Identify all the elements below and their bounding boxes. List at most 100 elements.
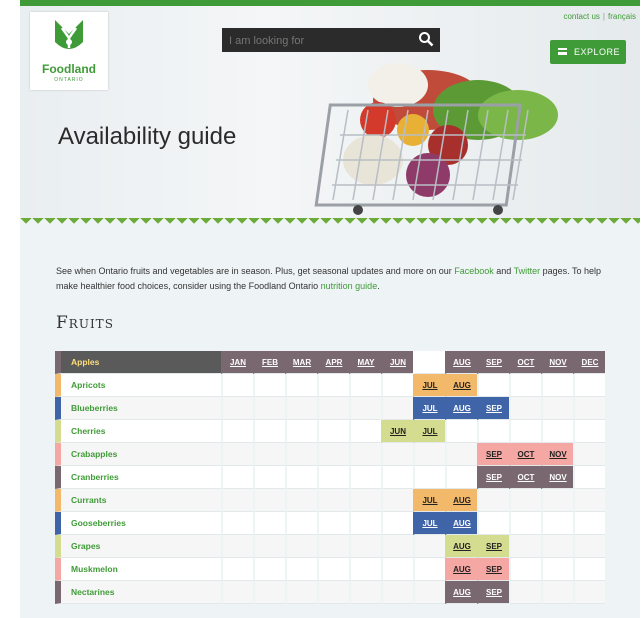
month-cell-nov[interactable]: NOV [541, 351, 573, 374]
month-cell-apr [317, 466, 349, 489]
month-cell-sep[interactable]: SEP [477, 535, 509, 558]
month-cell-jun [381, 397, 413, 420]
month-cell-apr [317, 581, 349, 604]
month-cell-jan [221, 489, 253, 512]
month-cell-sep[interactable]: SEP [477, 466, 509, 489]
month-cell-jun [381, 489, 413, 512]
month-cell-feb[interactable]: FEB [253, 351, 285, 374]
month-cell-dec [573, 558, 605, 581]
month-cell-feb [253, 535, 285, 558]
month-cell-oct[interactable]: OCT [509, 466, 541, 489]
month-cell-sep[interactable]: SEP [477, 397, 509, 420]
grocery-basket-image [314, 63, 558, 215]
search-icon[interactable] [418, 31, 434, 52]
month-cell-jun[interactable]: JUN [381, 420, 413, 443]
page-title: Availability guide [58, 123, 237, 150]
month-cell-nov [541, 535, 573, 558]
intro-part-4: . [377, 281, 380, 291]
month-cell-mar [285, 581, 317, 604]
nutrition-guide-link[interactable]: nutrition guide [321, 281, 378, 291]
fruit-name[interactable]: Grapes [55, 535, 221, 558]
contact-us-link[interactable]: contact us [563, 12, 599, 21]
month-cell-aug[interactable]: AUG [445, 374, 477, 397]
month-cell-sep[interactable]: SEP [477, 558, 509, 581]
month-cell-aug[interactable]: AUG [445, 397, 477, 420]
month-cell-may[interactable]: MAY [349, 351, 381, 374]
month-cell-dec [573, 489, 605, 512]
month-cell-jun[interactable]: JUN [381, 351, 413, 374]
month-cell-dec[interactable]: DEC [573, 351, 605, 374]
month-cell-mar [285, 512, 317, 535]
month-cell-jul [413, 535, 445, 558]
twitter-link[interactable]: Twitter [514, 266, 541, 276]
month-cell-jul [413, 351, 445, 374]
fruit-row: Nectarines AUG SEP [55, 581, 605, 604]
fruit-name[interactable]: Blueberries [55, 397, 221, 420]
month-cell-sep[interactable]: SEP [477, 581, 509, 604]
month-cell-oct[interactable]: OCT [509, 351, 541, 374]
month-cell-aug[interactable]: AUG [445, 535, 477, 558]
month-cell-mar[interactable]: MAR [285, 351, 317, 374]
facebook-link[interactable]: Facebook [454, 266, 494, 276]
fruit-name[interactable]: Gooseberries [55, 512, 221, 535]
month-cell-dec [573, 512, 605, 535]
fruit-row: Currants JUL AUG [55, 489, 605, 512]
availability-table: Apples JAN FEB MAR APR MAY JUN AUG SEP OCT NOV DEC A… [55, 351, 605, 604]
month-cell-aug[interactable]: AUG [445, 351, 477, 374]
fruit-name[interactable]: Apricots [55, 374, 221, 397]
month-cell-jun [381, 581, 413, 604]
month-cell-may [349, 535, 381, 558]
fruit-name[interactable]: Cranberries [55, 466, 221, 489]
month-cell-may [349, 512, 381, 535]
month-cell-aug [445, 420, 477, 443]
month-cell-jul[interactable]: JUL [413, 489, 445, 512]
month-cell-nov [541, 581, 573, 604]
fruit-name[interactable]: Nectarines [55, 581, 221, 604]
zigzag-divider [20, 218, 640, 228]
month-cell-may [349, 558, 381, 581]
fruit-row: Blueberries JUL AUG SEP [55, 397, 605, 420]
month-cell-nov[interactable]: NOV [541, 443, 573, 466]
month-cell-jul[interactable]: JUL [413, 374, 445, 397]
month-cell-oct [509, 397, 541, 420]
month-cell-oct [509, 489, 541, 512]
month-cell-mar [285, 420, 317, 443]
month-cell-aug[interactable]: AUG [445, 489, 477, 512]
month-cell-apr[interactable]: APR [317, 351, 349, 374]
month-cell-jul[interactable]: JUL [413, 397, 445, 420]
month-cell-jan [221, 420, 253, 443]
month-cell-jun [381, 443, 413, 466]
foodland-logo[interactable]: Foodland ONTARIO [30, 12, 108, 90]
month-cell-dec [573, 374, 605, 397]
francais-link[interactable]: français [608, 12, 636, 21]
fruit-name[interactable]: Crabapples [55, 443, 221, 466]
month-cell-dec [573, 443, 605, 466]
month-cell-feb [253, 374, 285, 397]
month-cell-apr [317, 397, 349, 420]
month-cell-sep[interactable]: SEP [477, 443, 509, 466]
month-cell-jan [221, 581, 253, 604]
month-cell-nov [541, 397, 573, 420]
fruit-name[interactable]: Apples [55, 351, 221, 374]
month-cell-jul[interactable]: JUL [413, 512, 445, 535]
fruit-name[interactable]: Muskmelon [55, 558, 221, 581]
month-cell-aug[interactable]: AUG [445, 512, 477, 535]
month-cell-mar [285, 397, 317, 420]
fruit-name[interactable]: Currants [55, 489, 221, 512]
month-cell-jul[interactable]: JUL [413, 420, 445, 443]
month-cell-apr [317, 443, 349, 466]
intro-part-1: See when Ontario fruits and vegetables a… [56, 266, 455, 276]
month-cell-jan[interactable]: JAN [221, 351, 253, 374]
search-input[interactable] [227, 31, 411, 51]
month-cell-sep[interactable]: SEP [477, 351, 509, 374]
hero-banner: Foodland ONTARIO contact us|français EXP… [20, 6, 640, 218]
month-cell-mar [285, 535, 317, 558]
search-bar [222, 28, 440, 52]
month-cell-feb [253, 443, 285, 466]
month-cell-aug[interactable]: AUG [445, 558, 477, 581]
fruit-name[interactable]: Cherries [55, 420, 221, 443]
month-cell-aug[interactable]: AUG [445, 581, 477, 604]
month-cell-oct[interactable]: OCT [509, 443, 541, 466]
month-cell-dec [573, 581, 605, 604]
month-cell-nov[interactable]: NOV [541, 466, 573, 489]
